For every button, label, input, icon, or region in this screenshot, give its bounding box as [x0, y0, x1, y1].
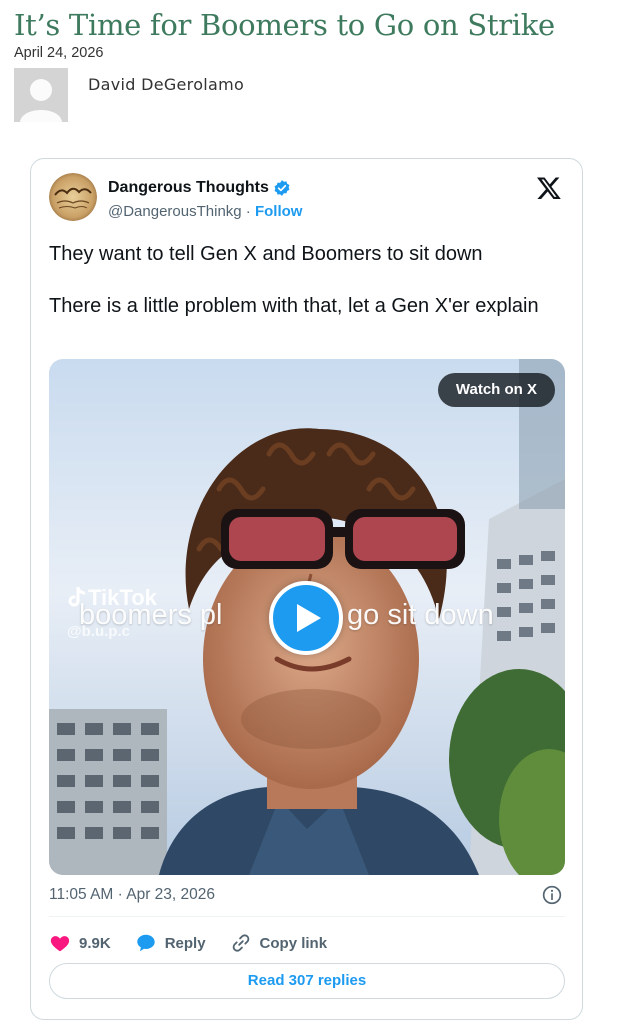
- constitution-parchment-icon: [49, 173, 97, 221]
- default-avatar-icon: [14, 68, 68, 122]
- reply-button[interactable]: Reply: [135, 932, 206, 954]
- reply-bubble-icon: [136, 934, 155, 952]
- like-button[interactable]: 9.9K: [49, 932, 111, 954]
- link-icon: [232, 934, 249, 952]
- verified-badge-icon: [274, 180, 290, 196]
- tweet-text-line-2: There is a little problem with that, let…: [49, 295, 539, 317]
- tweet-avatar[interactable]: [49, 173, 97, 221]
- copy-link-label: Copy link: [259, 934, 328, 952]
- copy-link-button[interactable]: Copy link: [230, 932, 328, 954]
- play-icon: [297, 604, 321, 632]
- caption-right: go sit down: [347, 599, 494, 631]
- play-button[interactable]: [269, 581, 343, 655]
- tweet-handle-row: @DangerousThinkg · Follow: [108, 203, 302, 220]
- read-replies-button[interactable]: Read 307 replies: [49, 963, 565, 999]
- follow-link[interactable]: Follow: [255, 203, 303, 220]
- caption-left: boomers pl: [79, 599, 223, 631]
- heart-icon: [50, 936, 70, 952]
- author-name[interactable]: David DeGerolamo: [88, 75, 244, 94]
- reply-label: Reply: [164, 934, 206, 952]
- watch-on-x-button[interactable]: Watch on X: [437, 373, 555, 407]
- tweet-display-name[interactable]: Dangerous Thoughts: [108, 179, 291, 197]
- info-icon[interactable]: [542, 885, 562, 905]
- likes-count: 9.9K: [79, 934, 111, 952]
- tweet-handle[interactable]: @DangerousThinkg: [108, 203, 242, 220]
- tweet-video[interactable]: Watch on X TikTok @b.u.p.c boomers pl go…: [49, 359, 565, 875]
- handle-separator: ·: [241, 203, 255, 220]
- embedded-tweet: Dangerous Thoughts @DangerousThinkg · Fo…: [30, 158, 583, 1020]
- article-date: April 24, 2026: [14, 45, 104, 61]
- tweet-text-line-1: They want to tell Gen X and Boomers to s…: [49, 243, 483, 265]
- author-avatar[interactable]: [14, 68, 68, 122]
- tweet-actions: 9.9K Reply Copy link: [49, 931, 351, 955]
- article-title: It’s Time for Boomers to Go on Strike: [14, 8, 555, 42]
- tweet-divider: [49, 916, 565, 917]
- display-name-text: Dangerous Thoughts: [108, 179, 269, 196]
- x-logo-icon[interactable]: [536, 175, 562, 201]
- tweet-timestamp[interactable]: 11:05 AM · Apr 23, 2026: [49, 886, 215, 904]
